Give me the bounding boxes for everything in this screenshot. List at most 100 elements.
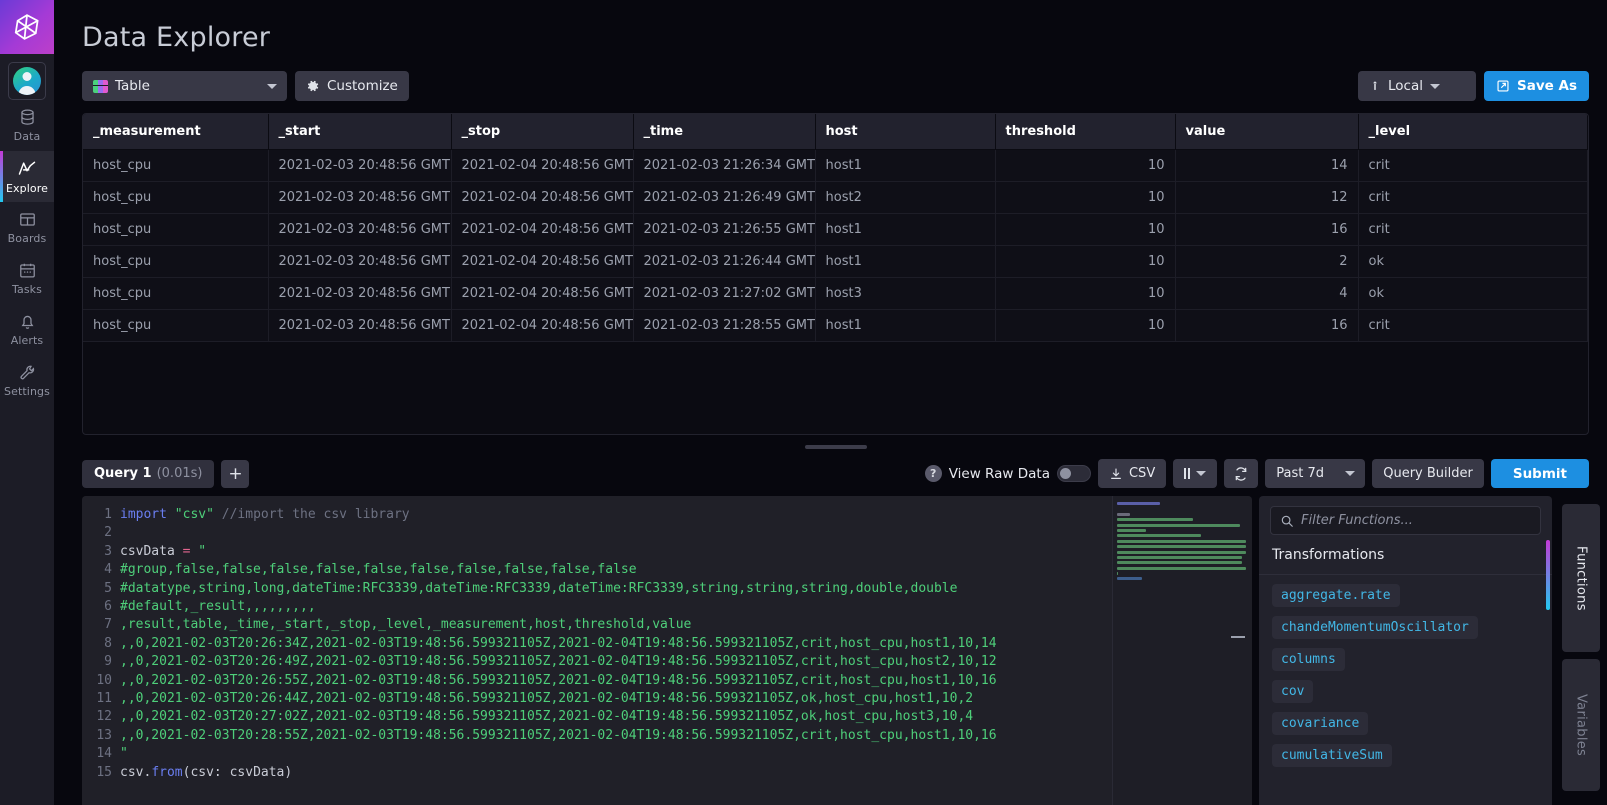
csv-download-button[interactable]: CSV — [1097, 459, 1167, 488]
tab-variables[interactable]: Variables — [1562, 659, 1600, 791]
editor-area: 1 2 3 4 5 6 7 8 9 10 11 12 13 14 15 import "csv" //imp… — [54, 488, 1607, 805]
sidebar: Data Explore Boards Tasks Alerts Setting… — [0, 0, 54, 805]
minimap-line — [1117, 534, 1201, 538]
column-header-stop[interactable]: _stop — [451, 114, 634, 150]
line-number: 13 — [96, 727, 112, 743]
line-number: 2 — [104, 525, 112, 541]
cell-start: 2021-02-03 20:48:56 GMT+1 — [268, 181, 452, 214]
sidebar-item-label: Explore — [6, 181, 48, 195]
results-table-panel: _measurement _start _stop _time host thr… — [82, 113, 1589, 435]
cell-level: ok — [1358, 245, 1588, 278]
sidebar-item-settings[interactable]: Settings — [0, 355, 54, 406]
refresh-button[interactable] — [1224, 459, 1259, 488]
cell-value: 2 — [1175, 245, 1359, 278]
query-tab[interactable]: Query 1 (0.01s) — [82, 459, 215, 488]
sidebar-item-alerts[interactable]: Alerts — [0, 304, 54, 355]
code-line: csv.from(csv: csvData) — [120, 764, 293, 780]
line-number: 5 — [104, 580, 112, 596]
table-row: host_cpu 2021-02-03 20:48:56 GMT+1 2021-… — [83, 149, 1588, 182]
gear-icon — [307, 80, 319, 92]
view-raw-data-toggle[interactable] — [1056, 465, 1091, 482]
sidebar-item-boards[interactable]: Boards — [0, 202, 54, 253]
cell-value: 12 — [1175, 181, 1359, 214]
function-chip[interactable]: cumulativeSum — [1272, 744, 1392, 767]
cell-level: ok — [1358, 277, 1588, 310]
table-row: host_cpu 2021-02-03 20:48:56 GMT+1 2021-… — [83, 277, 1588, 310]
auto-refresh-dropdown[interactable] — [1173, 459, 1218, 488]
sidebar-item-label: Data — [13, 130, 41, 143]
time-range-dropdown[interactable]: Past 7d — [1265, 459, 1366, 488]
query-toolbar: Query 1 (0.01s) + ? View Raw Data CSV Pa… — [54, 455, 1607, 488]
editor-code[interactable]: import "csv" //import the csv library cs… — [120, 496, 1112, 805]
column-header-host[interactable]: host — [815, 114, 996, 150]
sidebar-item-label: Settings — [4, 385, 50, 398]
cell-stop: 2021-02-04 20:48:56 GMT+1 — [451, 181, 634, 214]
submit-button[interactable]: Submit — [1490, 459, 1589, 488]
avatar[interactable] — [8, 62, 46, 100]
editor-minimap[interactable] — [1112, 496, 1252, 805]
flux-editor[interactable]: 1 2 3 4 5 6 7 8 9 10 11 12 13 14 15 import "csv" //imp… — [82, 496, 1252, 805]
cell-measurement: host_cpu — [83, 309, 269, 342]
cell-time: 2021-02-03 21:27:02 GMT+1 — [633, 277, 816, 310]
visualization-type-dropdown[interactable]: Table — [82, 71, 287, 101]
functions-section-title: Transformations — [1259, 543, 1552, 575]
cell-host: host1 — [815, 309, 996, 342]
code-line: ,,0,2021-02-03T20:26:44Z,2021-02-03T19:4… — [120, 691, 974, 707]
sidebar-item-explore[interactable]: Explore — [0, 151, 54, 202]
app-logo[interactable] — [0, 0, 54, 54]
table-row: host_cpu 2021-02-03 20:48:56 GMT+1 2021-… — [83, 309, 1588, 342]
minimap-line — [1117, 518, 1193, 522]
filter-functions-input[interactable] — [1301, 513, 1531, 528]
functions-search[interactable] — [1270, 506, 1541, 535]
chevron-down-icon — [1430, 83, 1441, 89]
cell-host: host1 — [815, 245, 996, 278]
code-line: ,result,table,_time,_start,_stop,_level,… — [120, 617, 692, 633]
function-chip[interactable]: covariance — [1272, 712, 1369, 735]
functions-scrollbar[interactable] — [1546, 540, 1550, 610]
cell-time: 2021-02-03 21:28:55 GMT+1 — [633, 309, 816, 342]
minimap-line — [1117, 555, 1243, 559]
minimap-line — [1117, 523, 1241, 527]
cell-level: crit — [1358, 213, 1588, 246]
add-query-button[interactable]: + — [221, 459, 250, 488]
save-as-button[interactable]: Save As — [1484, 71, 1589, 101]
functions-panel: Transformations aggregate.rate chandeMome… — [1259, 496, 1552, 805]
customize-button[interactable]: Customize — [295, 71, 409, 101]
panel-resize-handle[interactable] — [804, 445, 867, 449]
cell-value: 4 — [1175, 277, 1359, 310]
query-tab-label: Query 1 — [94, 466, 152, 481]
query-builder-button[interactable]: Query Builder — [1372, 459, 1484, 488]
function-chip[interactable]: chandeMomentumOscillator — [1272, 616, 1478, 639]
tab-functions[interactable]: Functions — [1562, 504, 1600, 652]
line-number: 6 — [104, 599, 112, 615]
function-chip[interactable]: columns — [1272, 648, 1345, 671]
column-header-time[interactable]: _time — [633, 114, 816, 150]
minimap-line — [1117, 550, 1246, 554]
avatar-image — [13, 67, 41, 95]
cell-threshold: 10 — [995, 245, 1176, 278]
code-line: #datatype,string,long,dateTime:RFC3339,d… — [120, 580, 958, 596]
sidebar-item-tasks[interactable]: Tasks — [0, 253, 54, 304]
column-header-start[interactable]: _start — [268, 114, 452, 150]
view-raw-data-control[interactable]: ? View Raw Data — [924, 465, 1091, 482]
cell-threshold: 10 — [995, 277, 1176, 310]
column-header-level[interactable]: _level — [1358, 114, 1588, 150]
sidebar-item-data[interactable]: Data — [0, 100, 54, 151]
column-header-threshold[interactable]: threshold — [995, 114, 1176, 150]
line-number: 12 — [96, 709, 112, 725]
function-chip[interactable]: cov — [1272, 680, 1314, 703]
column-header-measurement[interactable]: _measurement — [83, 114, 269, 150]
function-chip[interactable]: aggregate.rate — [1272, 584, 1400, 607]
column-header-value[interactable]: value — [1175, 114, 1359, 150]
cell-start: 2021-02-03 20:48:56 GMT+1 — [268, 149, 452, 182]
cell-level: crit — [1358, 181, 1588, 214]
visualization-type-label: Table — [115, 78, 150, 94]
timezone-dropdown[interactable]: Local — [1358, 71, 1477, 101]
cell-value: 16 — [1175, 309, 1359, 342]
cell-host: host3 — [815, 277, 996, 310]
cell-stop: 2021-02-04 20:48:56 GMT+1 — [451, 309, 634, 342]
pause-icon — [1184, 468, 1191, 479]
chevron-down-icon — [1196, 471, 1207, 476]
question-mark-icon[interactable]: ? — [924, 465, 942, 482]
